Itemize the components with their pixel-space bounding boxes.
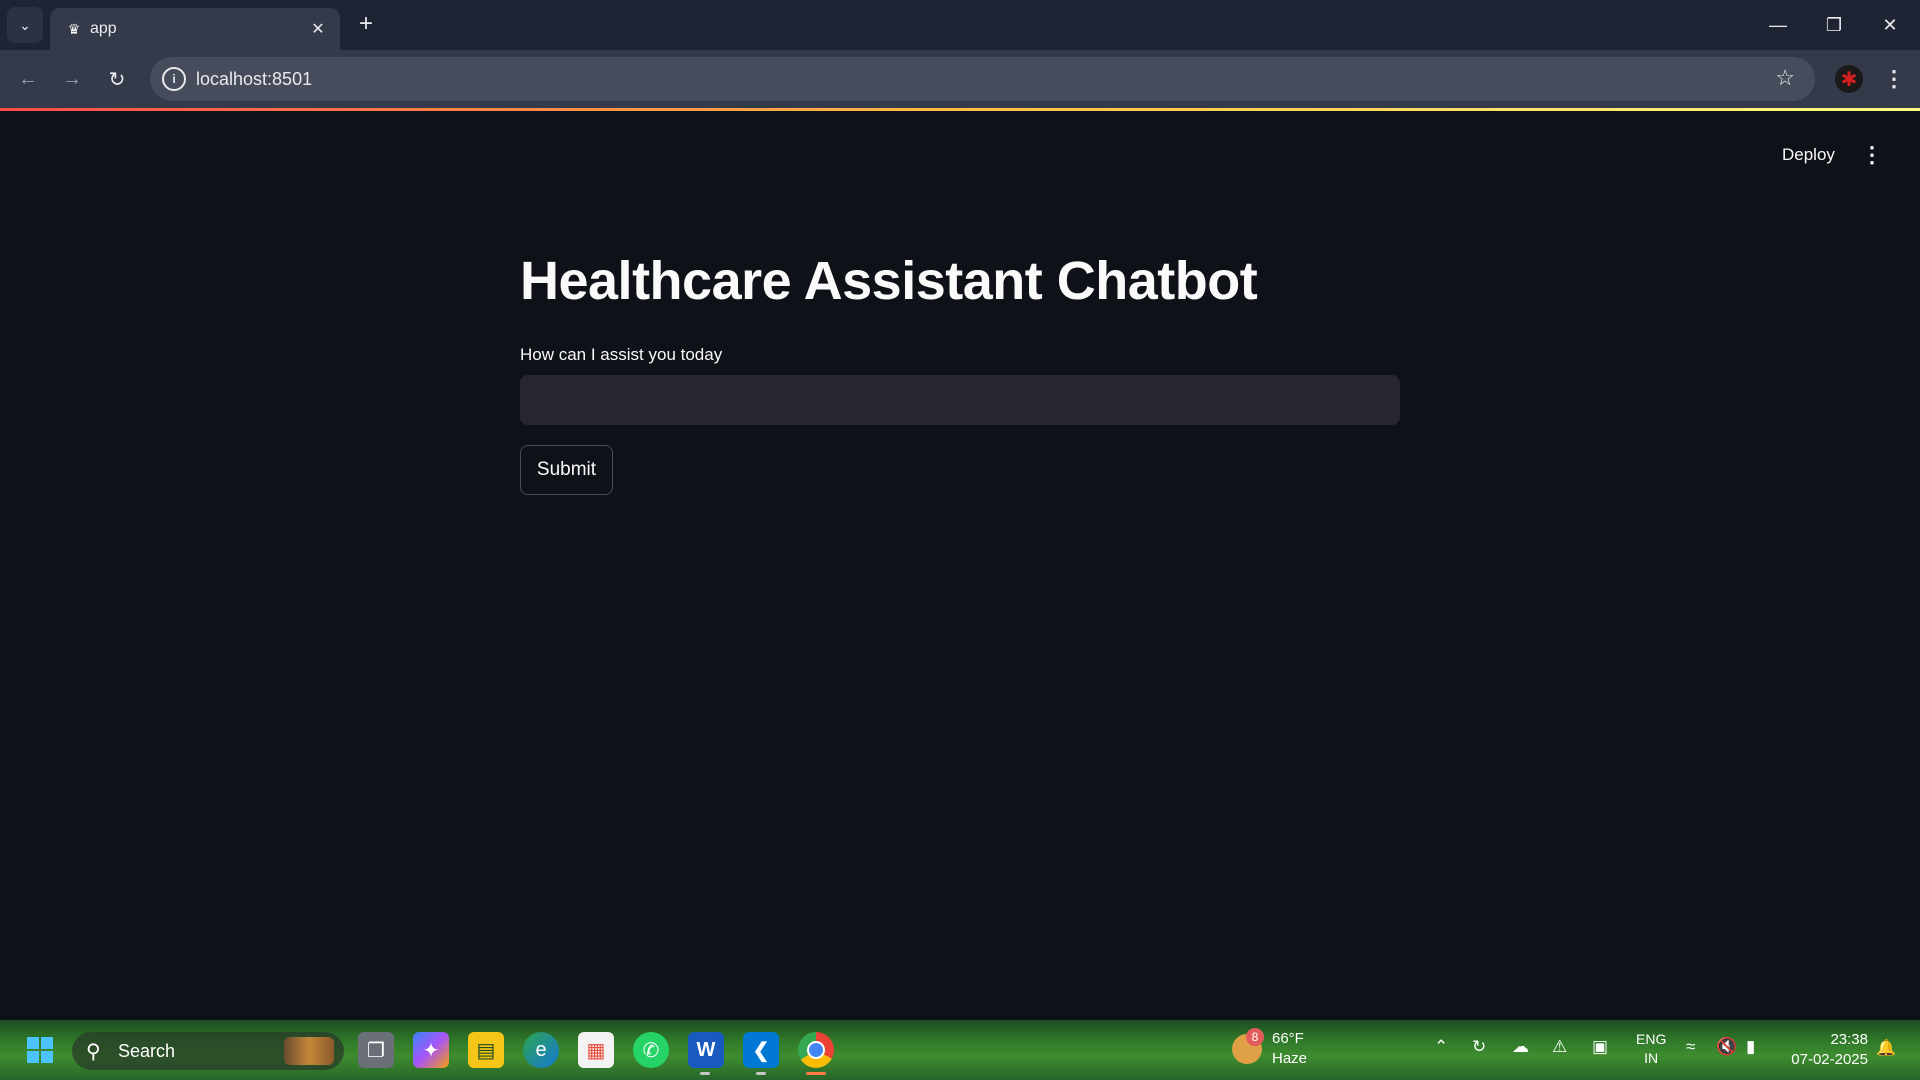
tab-strip: ⌄ ♛ app ✕ + — ❐ ✕ — [0, 0, 1920, 50]
store-icon[interactable]: ▦ — [578, 1032, 614, 1068]
streamlit-crown-icon: ♛ — [67, 20, 81, 37]
chrome-icon[interactable] — [798, 1032, 834, 1068]
date: 07-02-2025 — [1791, 1051, 1868, 1068]
running-indicator — [756, 1072, 766, 1075]
active-indicator — [806, 1072, 826, 1075]
tab-title: app — [90, 20, 117, 37]
taskbar-search[interactable]: ⚲ Search — [72, 1032, 344, 1070]
bookmark-star-icon[interactable]: ☆ — [1775, 65, 1795, 91]
more-vertical-icon: ⋮ — [1861, 142, 1883, 167]
edge-icon[interactable]: e — [523, 1032, 559, 1068]
reload-icon: ↻ — [108, 68, 126, 91]
region-code: IN — [1644, 1050, 1659, 1066]
url-text: localhost:8501 — [196, 69, 313, 89]
taskbar: ⚲ Search ❐ ✦ ▤ e ▦ ✆ W ❮ 8 66°F Haze ⌃ ↻… — [0, 1020, 1920, 1080]
browser-toolbar: ← → ↻ i localhost:8501 ☆ ✱ ⋮ — [0, 50, 1920, 108]
input-label: How can I assist you today — [520, 345, 723, 364]
chevron-down-icon: ⌄ — [19, 16, 31, 33]
app-main-menu-button[interactable]: ⋮ — [1860, 138, 1884, 172]
battery-icon[interactable]: ▮ — [1746, 1037, 1755, 1057]
question-input[interactable] — [520, 375, 1400, 425]
show-hidden-icons-chevron-icon[interactable]: ⌃ — [1434, 1037, 1448, 1057]
temperature[interactable]: 66°F — [1272, 1030, 1304, 1047]
tab-search-button[interactable]: ⌄ — [7, 7, 43, 43]
page-title: Healthcare Assistant Chatbot — [520, 251, 1258, 311]
vscode-icon[interactable]: ❮ — [743, 1032, 779, 1068]
volume-muted-icon[interactable]: 🔇 — [1716, 1037, 1737, 1057]
file-explorer-icon[interactable]: ▤ — [468, 1032, 504, 1068]
language-indicator[interactable]: ENG IN — [1636, 1030, 1666, 1068]
profile-icon: ✱ — [1840, 68, 1858, 91]
decoration-bar — [0, 108, 1920, 111]
profile-avatar[interactable]: ✱ — [1835, 65, 1863, 93]
weather-condition[interactable]: Haze — [1272, 1050, 1307, 1067]
info-icon[interactable]: i — [162, 67, 186, 91]
start-button[interactable] — [22, 1032, 58, 1068]
word-icon[interactable]: W — [688, 1032, 724, 1068]
language-code: ENG — [1636, 1031, 1667, 1047]
close-window-button[interactable]: ✕ — [1862, 0, 1918, 50]
search-icon: ⚲ — [86, 1041, 101, 1063]
back-button[interactable]: ← — [12, 63, 44, 95]
whatsapp-icon[interactable]: ✆ — [633, 1032, 669, 1068]
notification-bell-icon[interactable]: 🔔 — [1876, 1038, 1896, 1058]
running-indicator — [700, 1072, 710, 1075]
copilot-icon[interactable]: ✦ — [413, 1032, 449, 1068]
chrome-center-icon — [807, 1041, 825, 1059]
search-highlight-image — [284, 1037, 334, 1065]
security-warning-icon[interactable]: ⚠ — [1552, 1037, 1567, 1057]
task-view-icon[interactable]: ❐ — [358, 1032, 394, 1068]
sync-icon[interactable]: ↻ — [1472, 1037, 1486, 1057]
weather-badge: 8 — [1246, 1028, 1264, 1046]
arrow-right-icon: → — [62, 67, 82, 90]
clock[interactable]: 23:38 07-02-2025 — [1782, 1030, 1868, 1070]
tab-app[interactable]: ♛ app ✕ — [50, 8, 340, 50]
time: 23:38 — [1830, 1031, 1868, 1048]
wifi-icon[interactable]: ≈ — [1686, 1037, 1695, 1057]
submit-button[interactable]: Submit — [520, 445, 613, 495]
reload-button[interactable]: ↻ — [101, 63, 133, 95]
new-tab-button[interactable]: + — [352, 10, 380, 38]
search-label: Search — [118, 1041, 176, 1061]
browser-menu-button[interactable]: ⋮ — [1880, 63, 1908, 95]
more-vertical-icon: ⋮ — [1883, 66, 1905, 91]
address-bar[interactable]: i localhost:8501 ☆ — [150, 57, 1815, 101]
deploy-button[interactable]: Deploy — [1770, 140, 1847, 170]
close-tab-icon[interactable]: ✕ — [306, 17, 330, 41]
onedrive-cloud-icon[interactable]: ☁ — [1512, 1037, 1529, 1057]
minimize-button[interactable]: — — [1750, 0, 1806, 50]
restore-button[interactable]: ❐ — [1806, 0, 1862, 50]
windows-logo-icon — [27, 1037, 53, 1063]
display-icon[interactable]: ▣ — [1592, 1037, 1608, 1057]
arrow-left-icon: ← — [18, 67, 38, 90]
forward-button[interactable]: → — [56, 63, 88, 95]
